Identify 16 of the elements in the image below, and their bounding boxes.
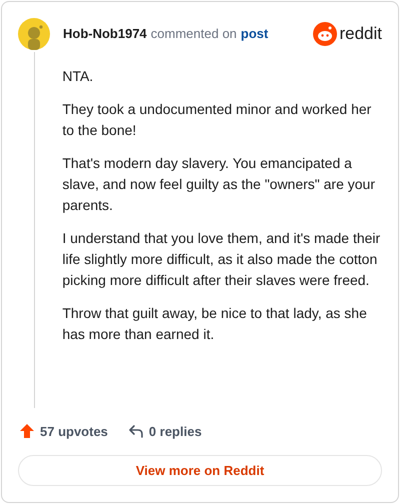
upvote-arrow-icon[interactable] bbox=[19, 423, 35, 440]
comment-paragraph: I understand that you love them, and it's made their life slightly more difficult, as it also made the cotton picking more difficult after their slaves were freed. bbox=[62, 229, 382, 290]
upvote-count: 57 upvotes bbox=[40, 422, 108, 441]
post-link[interactable]: post bbox=[240, 24, 268, 44]
view-more-button[interactable]: View more on Reddit bbox=[18, 455, 382, 486]
reply-arrow-icon[interactable] bbox=[128, 423, 144, 440]
action-text: commented on bbox=[150, 25, 237, 44]
avatar-icon bbox=[18, 18, 50, 50]
comment-paragraph: NTA. bbox=[62, 67, 94, 86]
reply-count: 0 replies bbox=[148, 422, 202, 441]
comment-paragraph: They took a undocumented minor and worked her to the bone! bbox=[62, 100, 372, 140]
username[interactable]: Hob-Nob1974 bbox=[63, 24, 147, 44]
snoo-logo-icon bbox=[313, 22, 338, 46]
comment-paragraph: Throw that guilt away, be nice to that lady, as she has more than earned it. bbox=[62, 304, 368, 344]
comment-paragraph: That's modern day slavery. You emancipated a slave, and now feel guilty as the "owners" are your parents. bbox=[62, 154, 376, 215]
brand-name: reddit bbox=[339, 23, 382, 46]
